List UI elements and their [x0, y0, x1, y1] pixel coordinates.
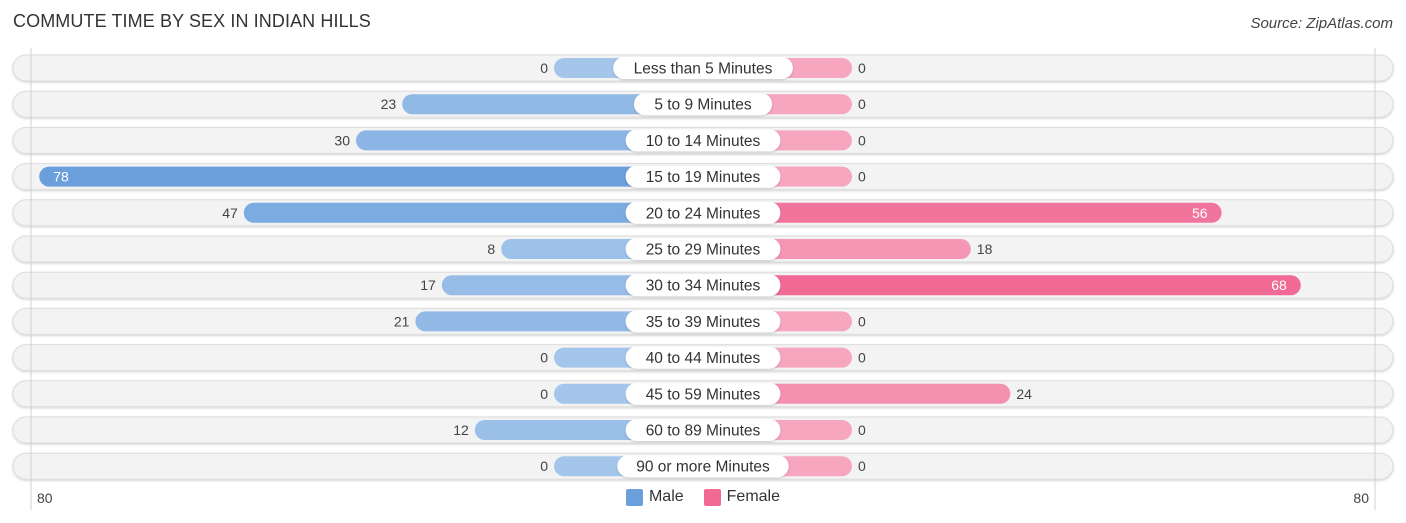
- category-label: 30 to 34 Minutes: [646, 278, 761, 295]
- category-label: 25 to 29 Minutes: [646, 242, 761, 259]
- male-value-label: 0: [540, 458, 548, 474]
- male-value-label: 12: [453, 422, 469, 438]
- female-value-label: 0: [858, 169, 866, 185]
- male-value-label: 0: [540, 386, 548, 402]
- chart-row: 0 24 45 to 59 Minutes: [12, 380, 1394, 408]
- legend-swatch-female: [703, 488, 721, 506]
- female-value-label: 0: [858, 60, 866, 76]
- male-value-label: 30: [334, 132, 350, 148]
- female-value-label: 18: [977, 241, 993, 257]
- legend-label-male: Male: [648, 488, 684, 505]
- chart-plot: 0 0 Less than 5 Minutes 23 0 5 to 9 Minutes 30…: [12, 48, 1394, 510]
- category-label: 35 to 39 Minutes: [646, 314, 761, 331]
- legend-item-male[interactable]: Male: [625, 488, 684, 506]
- female-bar: [703, 202, 1222, 223]
- chart-row: 12 0 60 to 89 Minutes: [12, 416, 1394, 444]
- category-label: 40 to 44 Minutes: [646, 350, 761, 367]
- legend: Male Female: [0, 488, 1406, 506]
- female-value-label: 56: [1192, 205, 1208, 221]
- chart-row: 0 0 40 to 44 Minutes: [12, 344, 1394, 372]
- chart-row: 78 0 15 to 19 Minutes: [12, 163, 1394, 191]
- chart-row: 8 18 25 to 29 Minutes: [12, 235, 1394, 263]
- legend-label-female: Female: [726, 488, 781, 505]
- chart-row: 0 0 90 or more Minutes: [12, 452, 1394, 480]
- male-value-label: 21: [394, 313, 410, 329]
- female-value-label: 0: [858, 350, 866, 366]
- male-value-label: 8: [487, 241, 495, 257]
- chart-row: 47 56 20 to 24 Minutes: [12, 199, 1394, 227]
- female-bar: [703, 275, 1301, 296]
- category-label: 60 to 89 Minutes: [646, 423, 761, 440]
- female-value-label: 0: [858, 132, 866, 148]
- female-value-label: 0: [858, 458, 866, 474]
- male-value-label: 0: [540, 60, 548, 76]
- legend-item-female[interactable]: Female: [703, 488, 781, 506]
- chart-row: 23 0 5 to 9 Minutes: [12, 90, 1394, 118]
- female-value-label: 0: [858, 96, 866, 112]
- chart-row: 30 0 10 to 14 Minutes: [12, 126, 1394, 154]
- chart-row: 17 68 30 to 34 Minutes: [12, 271, 1394, 299]
- male-value-label: 0: [540, 350, 548, 366]
- male-value-label: 78: [53, 169, 69, 185]
- category-label: 5 to 9 Minutes: [654, 97, 752, 114]
- chart-row: 21 0 35 to 39 Minutes: [12, 307, 1394, 335]
- male-value-label: 17: [420, 277, 436, 293]
- category-label: 10 to 14 Minutes: [646, 133, 761, 150]
- male-value-label: 23: [381, 96, 397, 112]
- female-value-label: 0: [858, 313, 866, 329]
- male-bar: [39, 166, 703, 187]
- female-value-label: 24: [1016, 386, 1032, 402]
- legend-swatch-male: [625, 488, 643, 506]
- female-value-label: 0: [858, 422, 866, 438]
- chart-row: 0 0 Less than 5 Minutes: [12, 54, 1394, 82]
- category-label: 45 to 59 Minutes: [646, 386, 761, 403]
- category-label: 90 or more Minutes: [636, 459, 770, 476]
- category-label: 15 to 19 Minutes: [646, 169, 761, 186]
- female-value-label: 68: [1271, 277, 1287, 293]
- male-value-label: 47: [222, 205, 238, 221]
- category-label: Less than 5 Minutes: [634, 61, 773, 78]
- category-label: 20 to 24 Minutes: [646, 205, 761, 222]
